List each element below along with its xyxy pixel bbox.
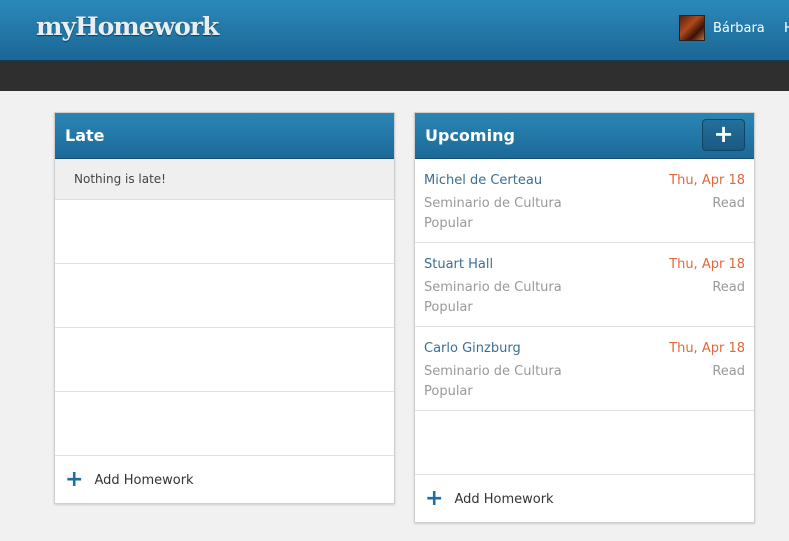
- empty-row: [55, 200, 394, 264]
- plus-icon: +: [65, 467, 84, 492]
- homework-type: Read: [712, 364, 745, 379]
- logo[interactable]: myHomework: [36, 12, 219, 41]
- user-menu[interactable]: Bárbara: [679, 15, 765, 41]
- homework-item[interactable]: Carlo Ginzburg Seminario de Cultura Popu…: [415, 327, 754, 411]
- empty-row: [55, 264, 394, 328]
- homework-due-date: Thu, Apr 18: [669, 257, 745, 272]
- homework-type: Read: [712, 280, 745, 295]
- add-homework-label: Add Homework: [94, 472, 194, 488]
- plus-icon: +: [425, 486, 444, 511]
- late-panel: Late Nothing is late! + Add Homework: [54, 112, 395, 504]
- add-homework-plus-button[interactable]: +: [702, 119, 745, 151]
- upcoming-add-homework-button[interactable]: + Add Homework: [415, 475, 754, 523]
- user-name: Bárbara: [713, 20, 765, 36]
- upcoming-panel: Upcoming + Michel de Certeau Seminario d…: [414, 112, 755, 523]
- homework-item[interactable]: Michel de Certeau Seminario de Cultura P…: [415, 159, 754, 243]
- late-add-homework-button[interactable]: + Add Homework: [55, 456, 394, 504]
- upcoming-title: Upcoming: [425, 126, 515, 145]
- late-title: Late: [65, 126, 105, 145]
- homework-item[interactable]: Stuart Hall Seminario de Cultura Popular…: [415, 243, 754, 327]
- homework-type: Read: [712, 196, 745, 211]
- empty-row: [55, 328, 394, 392]
- homework-due-date: Thu, Apr 18: [669, 341, 745, 356]
- homework-course: Seminario de Cultura Popular: [424, 196, 562, 231]
- add-homework-label: Add Homework: [454, 491, 554, 507]
- homework-due-date: Thu, Apr 18: [669, 173, 745, 188]
- sub-navbar: [0, 61, 789, 91]
- avatar: [679, 15, 705, 41]
- late-empty-message: Nothing is late!: [55, 159, 394, 200]
- empty-row: [55, 392, 394, 456]
- homework-course: Seminario de Cultura Popular: [424, 364, 562, 399]
- homework-course: Seminario de Cultura Popular: [424, 280, 562, 315]
- empty-row: [415, 411, 754, 475]
- late-header: Late: [55, 113, 394, 159]
- top-navbar: myHomework Bárbara H: [0, 0, 789, 61]
- nav-link-partial[interactable]: H: [784, 21, 789, 36]
- upcoming-header: Upcoming +: [415, 113, 754, 159]
